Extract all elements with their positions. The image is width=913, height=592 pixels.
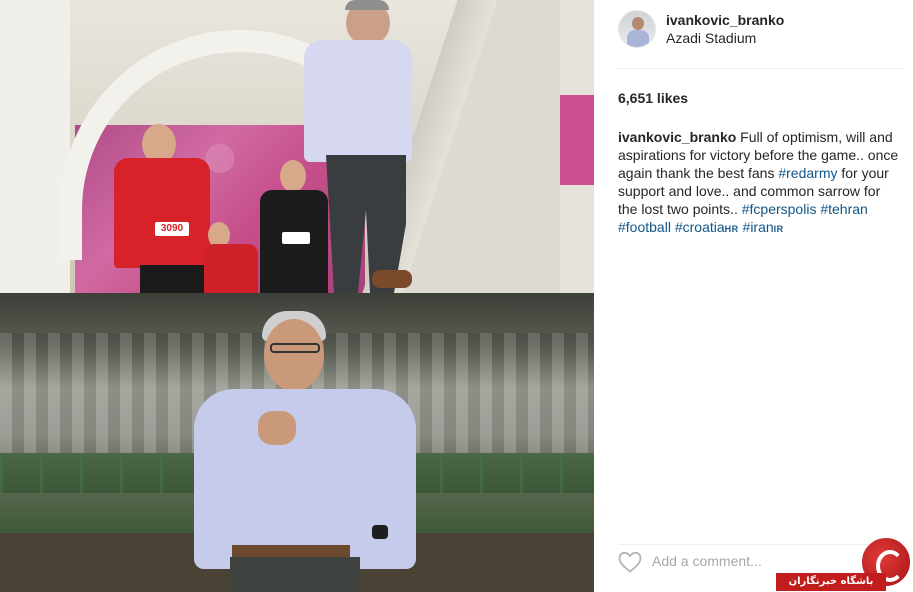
post-caption: ivankovic_branko Full of optimism, will …: [618, 128, 900, 238]
flag-hr-icon: HR: [724, 224, 739, 234]
post-photo[interactable]: 3090: [0, 0, 594, 592]
jersey-number: 3090: [155, 222, 189, 236]
hashtag-fcperspolis[interactable]: #fcperspolis: [742, 201, 817, 217]
header-divider: [618, 68, 904, 69]
heart-outline-icon[interactable]: [618, 551, 642, 573]
caption-username[interactable]: ivankovic_branko: [618, 129, 736, 145]
photo-tunnel: 3090: [0, 0, 594, 293]
flag-ir-icon: IR: [773, 224, 784, 234]
photo-sideline: [0, 293, 594, 592]
hashtag-tehran[interactable]: #tehran: [820, 201, 867, 217]
username-link[interactable]: ivankovic_branko: [666, 12, 784, 28]
hashtag-redarmy[interactable]: #redarmy: [778, 165, 837, 181]
hashtag-iran[interactable]: #iranIR: [743, 219, 784, 235]
hashtag-croatia[interactable]: #croatiaHR: [675, 219, 739, 235]
hashtag-football[interactable]: #football: [618, 219, 671, 235]
watermark-banner: باشگاه خبرنگاران: [776, 573, 886, 591]
post-header: ivankovic_branko Azadi Stadium: [618, 10, 904, 60]
avatar[interactable]: [618, 10, 656, 48]
likes-count[interactable]: 6,651 likes: [618, 90, 688, 106]
post-info-panel: ivankovic_branko Azadi Stadium 6,651 lik…: [594, 0, 913, 592]
watermark-logo: باشگاه خبرنگاران: [776, 536, 913, 592]
location-link[interactable]: Azadi Stadium: [666, 30, 756, 46]
